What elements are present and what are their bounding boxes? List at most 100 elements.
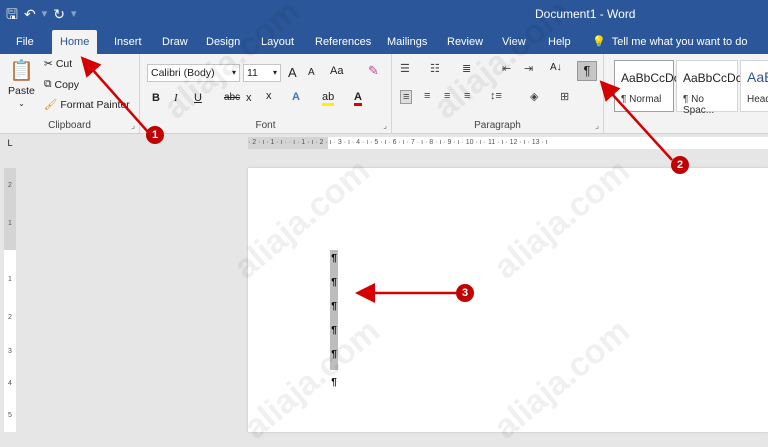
redo-icon[interactable]: ↻ bbox=[53, 4, 65, 24]
dialog-launcher-icon[interactable]: ⌟ bbox=[131, 121, 135, 130]
multilevel-list-icon[interactable]: ≣ bbox=[462, 62, 471, 75]
tab-review[interactable]: Review bbox=[445, 30, 485, 54]
grow-font-button[interactable]: A bbox=[288, 65, 297, 80]
strikethrough-button[interactable]: abc bbox=[224, 92, 240, 103]
chevron-down-icon: ⌄ bbox=[18, 99, 25, 108]
paragraph-mark: ¶ bbox=[330, 298, 338, 322]
ruler-row: L · 2 · ı · 1 · ı · · ı · 1 · ı · 2 · ı … bbox=[0, 134, 768, 152]
sort-button[interactable]: A↓ bbox=[550, 62, 562, 73]
cut-label: Cut bbox=[55, 58, 73, 70]
save-icon[interactable]: 🖫 bbox=[6, 4, 18, 24]
clear-formatting-icon[interactable]: ✎ bbox=[368, 63, 379, 79]
paste-icon: 📋 bbox=[8, 60, 34, 82]
style-sample: AaB bbox=[747, 69, 768, 85]
tab-file[interactable]: File bbox=[14, 30, 36, 54]
shading-icon[interactable]: ◈ bbox=[530, 90, 538, 103]
chevron-down-icon[interactable]: ▾ bbox=[232, 68, 236, 77]
style-heading[interactable]: AaB Head bbox=[740, 60, 768, 112]
paragraph-mark: ¶ bbox=[330, 274, 338, 298]
paste-label: Paste bbox=[8, 85, 35, 97]
change-case-button[interactable]: Aa bbox=[330, 65, 343, 77]
tab-layout[interactable]: Layout bbox=[259, 30, 296, 54]
ruler-tick: 1 bbox=[8, 276, 12, 283]
font-group: Calibri (Body) ▾ 11 ▾ A A Aa ✎ B I U abc… bbox=[140, 54, 392, 134]
undo-icon[interactable]: ↶ bbox=[24, 4, 36, 24]
style-sample: AaBbCcDc bbox=[621, 71, 680, 85]
chevron-down-icon[interactable]: ▾ bbox=[273, 68, 277, 77]
copy-label: Copy bbox=[54, 78, 80, 91]
tab-draw[interactable]: Draw bbox=[160, 30, 190, 54]
format-painter-button[interactable]: 🖌 Format Painter bbox=[44, 98, 130, 112]
tab-insert[interactable]: Insert bbox=[112, 30, 144, 54]
font-group-label: Font bbox=[255, 120, 276, 131]
ruler-tick: 4 bbox=[8, 380, 12, 387]
title-bar: 🖫 ↶ ▾ ↻ ▾ Document1 - Word bbox=[0, 0, 768, 30]
clipboard-group: 📋 Paste ⌄ ✂ Cut ⧉ Copy 🖌 Format Painter … bbox=[0, 54, 140, 134]
bold-button[interactable]: B bbox=[152, 92, 160, 104]
document-page[interactable]: ¶ ¶ ¶ ¶ ¶ ¶ bbox=[248, 168, 768, 432]
paste-button[interactable]: 📋 Paste ⌄ bbox=[8, 58, 35, 108]
vertical-ruler[interactable]: 2 1 1 2 3 4 5 bbox=[4, 168, 16, 432]
tab-mailings[interactable]: Mailings bbox=[385, 30, 429, 54]
quick-access-toolbar: 🖫 ↶ ▾ ↻ ▾ bbox=[6, 4, 76, 24]
highlight-button[interactable]: ab bbox=[322, 91, 335, 106]
bullets-icon[interactable]: ☰ bbox=[400, 62, 410, 75]
cut-button[interactable]: ✂ Cut bbox=[44, 58, 72, 70]
numbering-icon[interactable]: ☷ bbox=[430, 62, 440, 75]
styles-gallery: AaBbCcDc ¶ Normal AaBbCcDc ¶ No Spac... … bbox=[604, 60, 768, 116]
tab-home[interactable]: Home bbox=[52, 30, 98, 54]
ribbon-home: 📋 Paste ⌄ ✂ Cut ⧉ Copy 🖌 Format Painter … bbox=[0, 54, 768, 134]
horizontal-ruler[interactable]: · 2 · ı · 1 · ı · · ı · 1 · ı · 2 · ı · … bbox=[248, 137, 768, 149]
shrink-font-button[interactable]: A bbox=[308, 67, 315, 78]
align-center-icon[interactable]: ≡ bbox=[424, 90, 430, 102]
dialog-launcher-icon[interactable]: ⌟ bbox=[595, 121, 599, 130]
format-painter-label: Format Painter bbox=[60, 98, 130, 111]
italic-button[interactable]: I bbox=[174, 92, 178, 104]
font-color-button[interactable]: A bbox=[354, 91, 362, 106]
tell-me-box[interactable]: 💡 Tell me what you want to do bbox=[592, 30, 747, 54]
align-right-icon[interactable]: ≡ bbox=[444, 90, 450, 102]
dialog-launcher-icon[interactable]: ⌟ bbox=[383, 121, 387, 130]
tab-help[interactable]: Help bbox=[546, 30, 573, 54]
text-effects-button[interactable]: A bbox=[292, 91, 300, 103]
ruler-tick: 1 bbox=[8, 220, 12, 227]
underline-button[interactable]: U bbox=[194, 92, 202, 104]
borders-icon[interactable]: ⊞ bbox=[560, 90, 569, 103]
tab-selector[interactable]: L bbox=[4, 137, 16, 149]
tab-view[interactable]: View bbox=[500, 30, 528, 54]
tab-design[interactable]: Design bbox=[204, 30, 242, 54]
superscript-button[interactable]: x bbox=[266, 90, 272, 102]
ruler-margin bbox=[4, 168, 16, 250]
clipboard-group-label: Clipboard bbox=[48, 120, 91, 131]
increase-indent-icon[interactable]: ⇥ bbox=[524, 62, 533, 75]
paragraph-mark: ¶ bbox=[331, 377, 337, 388]
style-normal[interactable]: AaBbCcDc ¶ Normal bbox=[614, 60, 680, 112]
ruler-tick: 5 bbox=[8, 412, 12, 419]
brush-icon: 🖌 bbox=[44, 99, 58, 111]
style-name: Head bbox=[747, 94, 768, 105]
subscript-button[interactable]: x bbox=[246, 92, 252, 104]
copy-button[interactable]: ⧉ Copy bbox=[44, 78, 79, 91]
align-left-icon[interactable]: ≡ bbox=[400, 90, 413, 104]
customize-qat-icon[interactable]: ▾ bbox=[71, 4, 77, 24]
paragraph-mark: ¶ bbox=[330, 346, 338, 370]
scissors-icon: ✂ bbox=[44, 58, 53, 70]
font-name-box[interactable]: Calibri (Body) bbox=[147, 64, 240, 82]
style-sample: AaBbCcDc bbox=[683, 71, 742, 85]
copy-icon: ⧉ bbox=[44, 78, 52, 90]
paragraph-group-label: Paragraph bbox=[474, 120, 521, 131]
style-no-spacing[interactable]: AaBbCcDc ¶ No Spac... bbox=[676, 60, 742, 116]
ruler-tick: 2 bbox=[8, 182, 12, 189]
callout-badge-2: 2 bbox=[671, 156, 689, 174]
callout-badge-1: 1 bbox=[146, 126, 164, 144]
show-hide-button[interactable]: ¶ bbox=[577, 61, 597, 81]
tab-references[interactable]: References bbox=[313, 30, 373, 54]
decrease-indent-icon[interactable]: ⇤ bbox=[502, 62, 511, 75]
justify-icon[interactable]: ≡ bbox=[464, 90, 470, 102]
style-name: ¶ No Spac... bbox=[683, 94, 715, 116]
document-title: Document1 - Word bbox=[535, 7, 636, 21]
ruler-tick: 3 bbox=[8, 348, 12, 355]
line-spacing-icon[interactable]: ↕≡ bbox=[490, 90, 502, 102]
chevron-down-icon[interactable]: ▾ bbox=[42, 4, 48, 24]
ruler-tick: 2 bbox=[8, 314, 12, 321]
